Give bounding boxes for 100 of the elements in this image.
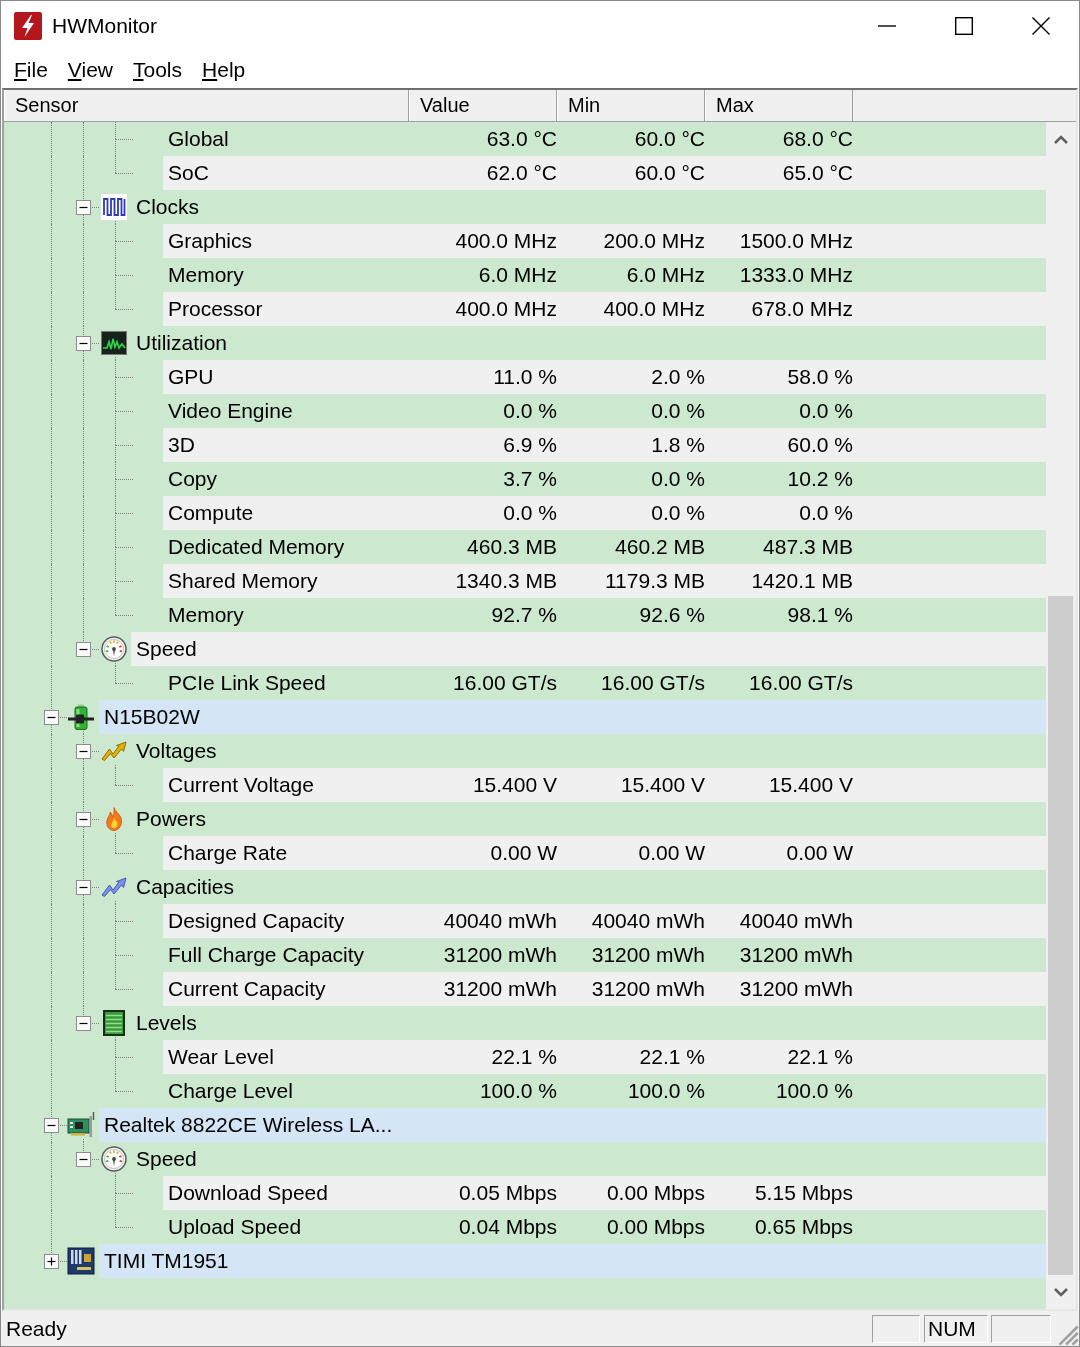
table-row[interactable]: TIMI TM1951 bbox=[99, 1244, 1046, 1278]
table-row[interactable]: Current Capacity 31200 mWh 31200 mWh 31200 mWh bbox=[163, 972, 1046, 1006]
table-row[interactable]: Charge Rate 0.00 W 0.00 W 0.00 W bbox=[163, 836, 1046, 870]
min-cell-text: 31200 mWh bbox=[590, 977, 706, 1001]
expand-toggle[interactable] bbox=[44, 1254, 59, 1269]
table-row[interactable]: Wear Level 22.1 % 22.1 % 22.1 % bbox=[163, 1040, 1046, 1074]
max-cell-text: 60.0 % bbox=[786, 433, 854, 457]
sensor-name: Upload Speed bbox=[167, 1215, 303, 1239]
group-name: Capacities bbox=[135, 875, 236, 899]
collapse-toggle[interactable] bbox=[76, 744, 91, 759]
group-name: Speed bbox=[135, 637, 198, 661]
collapse-toggle[interactable] bbox=[76, 336, 91, 351]
sensor-name: Download Speed bbox=[167, 1181, 329, 1205]
value-cell-text: 16.00 GT/s bbox=[452, 671, 558, 695]
value-cell-text: 0.04 Mbps bbox=[457, 1215, 558, 1239]
sensor-name: Wear Level bbox=[167, 1045, 275, 1069]
max-cell-text: 1420.1 MB bbox=[750, 569, 854, 593]
group-name: Speed bbox=[135, 1147, 198, 1171]
sensor-name: Video Engine bbox=[167, 399, 294, 423]
value-cell-text: 0.0 % bbox=[502, 399, 558, 423]
table-row[interactable]: GPU 11.0 % 2.0 % 58.0 % bbox=[163, 360, 1046, 394]
column-header[interactable]: Sensor bbox=[4, 90, 409, 121]
collapse-toggle[interactable] bbox=[44, 1118, 59, 1133]
value-cell-text: 63.0 °C bbox=[485, 127, 558, 151]
scrollbar-thumb[interactable] bbox=[1048, 595, 1073, 1275]
value-cell-text: 22.1 % bbox=[490, 1045, 558, 1069]
table-row[interactable]: SoC 62.0 °C 60.0 °C 65.0 °C bbox=[163, 156, 1046, 190]
table-row[interactable]: Download Speed 0.05 Mbps 0.00 Mbps 5.15 Mbps bbox=[163, 1176, 1046, 1210]
max-cell-text: 65.0 °C bbox=[781, 161, 854, 185]
max-cell-text: 100.0 % bbox=[774, 1079, 854, 1103]
sensor-name: GPU bbox=[167, 365, 215, 389]
column-header[interactable]: Max bbox=[705, 90, 853, 121]
window-title: HWMonitor bbox=[52, 14, 157, 38]
device-name: TIMI TM1951 bbox=[103, 1249, 230, 1273]
table-row[interactable]: Realtek 8822CE Wireless LA... bbox=[99, 1108, 1046, 1142]
sensor-name: Designed Capacity bbox=[167, 909, 346, 933]
min-cell-text: 1179.3 MB bbox=[604, 569, 706, 593]
table-row[interactable]: N15B02W bbox=[99, 700, 1046, 734]
value-cell-text: 92.7 % bbox=[490, 603, 558, 627]
status-panel bbox=[991, 1314, 1051, 1343]
menu-item[interactable]: Tools bbox=[125, 55, 191, 84]
value-cell-text: 31200 mWh bbox=[442, 977, 558, 1001]
collapse-toggle[interactable] bbox=[76, 880, 91, 895]
collapse-toggle[interactable] bbox=[76, 1016, 91, 1031]
min-cell-text: 1.8 % bbox=[650, 433, 706, 457]
sensor-name: Graphics bbox=[167, 229, 254, 253]
max-cell-text: 15.400 V bbox=[767, 773, 854, 797]
sensor-name: Compute bbox=[167, 501, 255, 525]
sensor-name: Full Charge Capacity bbox=[167, 943, 366, 967]
collapse-toggle[interactable] bbox=[76, 1152, 91, 1167]
table-row[interactable]: Graphics 400.0 MHz 200.0 MHz 1500.0 MHz bbox=[163, 224, 1046, 258]
min-cell-text: 60.0 °C bbox=[633, 161, 706, 185]
motherboard-icon bbox=[67, 1247, 95, 1275]
table-row[interactable]: Compute 0.0 % 0.0 % 0.0 % bbox=[163, 496, 1046, 530]
group-name: Levels bbox=[135, 1011, 198, 1035]
min-cell-text: 22.1 % bbox=[638, 1045, 706, 1069]
status-panel bbox=[872, 1314, 920, 1343]
menu-item[interactable]: Help bbox=[194, 55, 254, 84]
status-text: Ready bbox=[6, 1316, 68, 1341]
collapse-toggle[interactable] bbox=[76, 200, 91, 215]
sensor-name: PCIe Link Speed bbox=[167, 671, 327, 695]
max-cell-text: 58.0 % bbox=[786, 365, 854, 389]
max-cell-text: 98.1 % bbox=[786, 603, 854, 627]
min-cell-text: 400.0 MHz bbox=[602, 297, 706, 321]
menu-item[interactable]: File bbox=[6, 55, 56, 84]
max-cell-text: 40040 mWh bbox=[738, 909, 854, 933]
min-cell-text: 0.0 % bbox=[650, 467, 706, 491]
table-row[interactable]: Current Voltage 15.400 V 15.400 V 15.400 V bbox=[163, 768, 1046, 802]
max-cell-text: 5.15 Mbps bbox=[753, 1181, 854, 1205]
sensor-name: Dedicated Memory bbox=[167, 535, 346, 559]
sensor-name: Shared Memory bbox=[167, 569, 319, 593]
value-cell-text: 400.0 MHz bbox=[454, 297, 558, 321]
min-cell-text: 0.00 W bbox=[637, 841, 706, 865]
num-lock-indicator: NUM bbox=[924, 1314, 988, 1343]
max-cell-text: 0.0 % bbox=[798, 399, 854, 423]
sensor-name: Current Capacity bbox=[167, 977, 327, 1001]
max-cell-text: 0.0 % bbox=[798, 501, 854, 525]
value-cell-text: 3.7 % bbox=[502, 467, 558, 491]
collapse-toggle[interactable] bbox=[44, 710, 59, 725]
min-cell-text: 40040 mWh bbox=[590, 909, 706, 933]
table-row[interactable]: Designed Capacity 40040 mWh 40040 mWh 40040 mWh bbox=[163, 904, 1046, 938]
column-header[interactable]: Min bbox=[557, 90, 705, 121]
value-cell-text: 62.0 °C bbox=[485, 161, 558, 185]
collapse-toggle[interactable] bbox=[76, 812, 91, 827]
column-header[interactable]: Value bbox=[409, 90, 557, 121]
collapse-toggle[interactable] bbox=[76, 642, 91, 657]
value-cell-text: 1340.3 MB bbox=[454, 569, 558, 593]
close-icon bbox=[1031, 17, 1050, 35]
table-row[interactable]: Speed bbox=[131, 632, 1046, 666]
table-row[interactable]: Shared Memory 1340.3 MB 1179.3 MB 1420.1 MB bbox=[163, 564, 1046, 598]
table-row[interactable]: 3D 6.9 % 1.8 % 60.0 % bbox=[163, 428, 1046, 462]
min-cell-text: 15.400 V bbox=[619, 773, 706, 797]
min-cell-text: 16.00 GT/s bbox=[600, 671, 706, 695]
sensor-name: Charge Rate bbox=[167, 841, 289, 865]
table-row[interactable]: Processor 400.0 MHz 400.0 MHz 678.0 MHz bbox=[163, 292, 1046, 326]
value-cell-text: 460.3 MB bbox=[466, 535, 558, 559]
level-bars-icon bbox=[101, 1010, 127, 1036]
group-name: Utilization bbox=[135, 331, 229, 355]
chevron-up-icon bbox=[1054, 134, 1068, 144]
menu-item[interactable]: View bbox=[59, 55, 121, 84]
